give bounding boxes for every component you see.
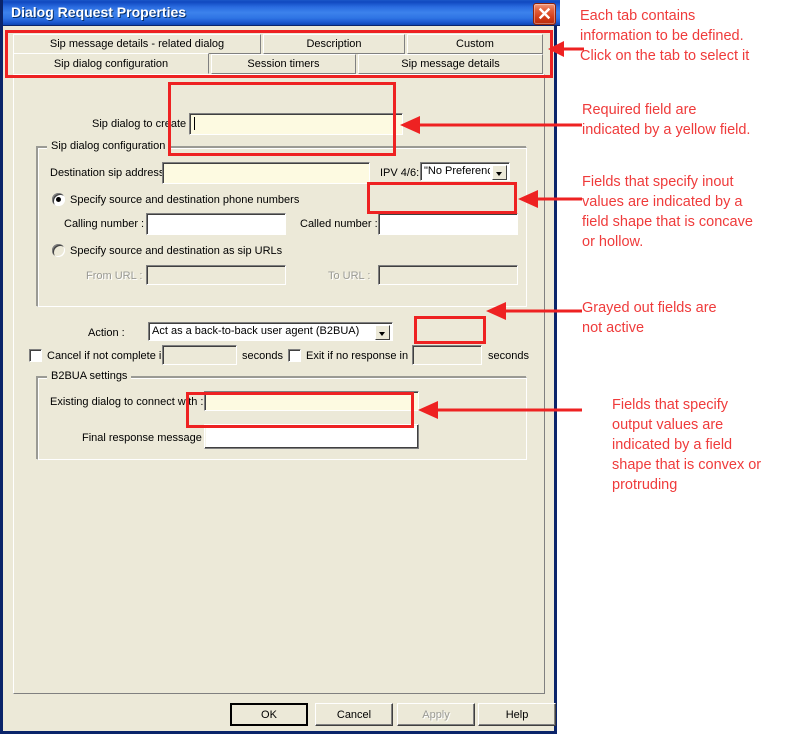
radio-specify-phone-numbers[interactable] (52, 193, 65, 206)
ipv-label: IPV 4/6: (380, 167, 420, 179)
from-url-label: From URL : (86, 270, 143, 282)
annotation-tabs: Each tab contains information to be defi… (580, 8, 750, 64)
cancel-button[interactable]: Cancel (315, 703, 393, 726)
apply-button-label: Apply (422, 708, 450, 721)
arrow-to-grayed-field (486, 302, 582, 320)
apply-button: Apply (397, 703, 475, 726)
arrow-to-tabs (548, 41, 584, 57)
action-selected-value: Act as a back-to-back user agent (B2BUA) (152, 325, 360, 337)
chevron-down-icon[interactable] (492, 165, 507, 180)
calling-number-label: Calling number : (64, 218, 145, 230)
called-number-input[interactable] (378, 213, 518, 235)
help-button-label: Help (505, 708, 529, 721)
highlight-box-tabs (5, 30, 553, 78)
arrow-to-required-field (400, 116, 582, 134)
sip-dialog-configuration-group-title: Sip dialog configuration (47, 140, 170, 152)
screenshot-root: Dialog Request Properties Sip message de… (0, 0, 790, 740)
title-bar: Dialog Request Properties (3, 0, 560, 26)
radio-dot (56, 197, 61, 202)
annotation-output-field: Fields that specify output values are in… (612, 397, 762, 493)
radio-specify-phone-numbers-label: Specify source and destination phone num… (70, 194, 300, 206)
radio-specify-sip-urls[interactable] (52, 244, 65, 257)
annotation-grayed-field: Grayed out fields are not active (582, 300, 717, 336)
highlight-box-called-number (367, 182, 517, 214)
cancel-if-not-complete-input (162, 345, 237, 365)
window-title: Dialog Request Properties (11, 4, 187, 20)
called-number-label: Called number : (300, 218, 378, 230)
highlight-box-output-field (186, 392, 414, 428)
highlight-box-grayed-field (414, 316, 486, 344)
cancel-if-not-complete-checkbox[interactable] (29, 349, 42, 362)
from-url-input (146, 265, 286, 285)
destination-sip-address-label: Destination sip address : (50, 167, 171, 179)
action-label: Action : (88, 327, 125, 339)
existing-dialog-label: Existing dialog to connect with : (50, 396, 204, 408)
annotation-inout-field: Fields that specify inout values are ind… (582, 174, 753, 250)
calling-number-input[interactable] (146, 213, 286, 235)
cancel-button-label: Cancel (336, 708, 372, 721)
exit-if-no-response-input (412, 345, 482, 365)
arrow-to-inout-field (518, 190, 582, 208)
to-url-label: To URL : (328, 270, 371, 282)
chevron-down-icon[interactable] (375, 325, 390, 340)
tab-page-sip-dialog-configuration: Sip dialog to create : Sip dialog config… (13, 74, 545, 694)
destination-sip-address-input[interactable] (162, 162, 370, 184)
b2bua-settings-group-title: B2BUA settings (47, 370, 132, 382)
action-select[interactable]: Act as a back-to-back user agent (B2BUA) (148, 322, 393, 341)
ipv-select[interactable]: "No Preferenc (420, 162, 510, 181)
cancel-if-not-complete-label: Cancel if not complete in (47, 350, 168, 362)
ipv-selected-value: "No Preferenc (424, 165, 490, 177)
close-glyph (538, 7, 551, 20)
annotation-required-field: Required field are indicated by a yellow… (582, 102, 751, 138)
exit-if-no-response-label: Exit if no response in (306, 350, 409, 362)
ok-button[interactable]: OK (230, 703, 308, 726)
ok-button-label: OK (261, 708, 277, 721)
to-url-input (378, 265, 518, 285)
arrow-to-output-field (418, 401, 582, 419)
final-response-label: Final response message (82, 432, 202, 444)
help-button[interactable]: Help (478, 703, 556, 726)
cancel-seconds-label: seconds (242, 350, 283, 362)
exit-seconds-label: seconds (488, 350, 529, 362)
radio-specify-sip-urls-label: Specify source and destination as sip UR… (70, 245, 283, 257)
highlight-box-required-fields (168, 82, 396, 156)
exit-if-no-response-checkbox[interactable] (288, 349, 301, 362)
close-icon[interactable] (533, 3, 556, 25)
